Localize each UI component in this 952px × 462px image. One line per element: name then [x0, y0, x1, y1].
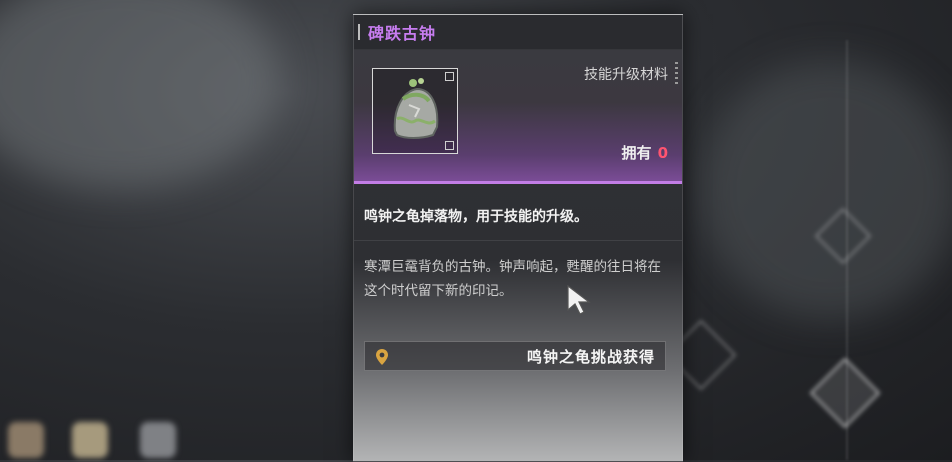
background-glow-right: [700, 60, 952, 320]
source-button[interactable]: 鸣钟之龟挑战获得: [364, 341, 666, 371]
owned-count: 拥有 0: [622, 142, 668, 163]
mouse-cursor-icon: [567, 284, 591, 315]
background-icon: [72, 422, 108, 458]
item-icon-frame: [372, 68, 458, 154]
title-marker: [358, 24, 360, 40]
background-diamond-node: [809, 357, 881, 429]
item-name: 碑跌古钟: [368, 24, 437, 43]
background-icon: [8, 422, 44, 458]
item-header: 技能升级材料 拥有 0: [354, 50, 682, 184]
item-detail-panel: 碑跌古钟 技能升级材料 拥有 0 鸣钟之龟掉落物，用于技能的升级。 寒潭巨鼋背负的…: [353, 14, 683, 462]
owned-label: 拥有: [621, 144, 652, 162]
item-summary: 鸣钟之龟掉落物，用于技能的升级。: [354, 184, 682, 241]
frame-corner: [445, 72, 454, 81]
owned-value: 0: [657, 144, 668, 162]
item-category: 技能升级材料: [584, 67, 668, 83]
background-glow-left: [0, 0, 280, 190]
scroll-indicator: [675, 62, 678, 84]
location-pin-icon: [376, 349, 388, 365]
title-bar: 碑跌古钟: [354, 15, 682, 50]
item-description: 寒潭巨鼋背负的古钟。钟声响起，甦醒的往日将在这个时代留下新的印记。: [364, 259, 661, 299]
source-label: 鸣钟之龟挑战获得: [526, 347, 655, 366]
frame-corner: [445, 141, 454, 150]
background-icon: [140, 422, 176, 458]
